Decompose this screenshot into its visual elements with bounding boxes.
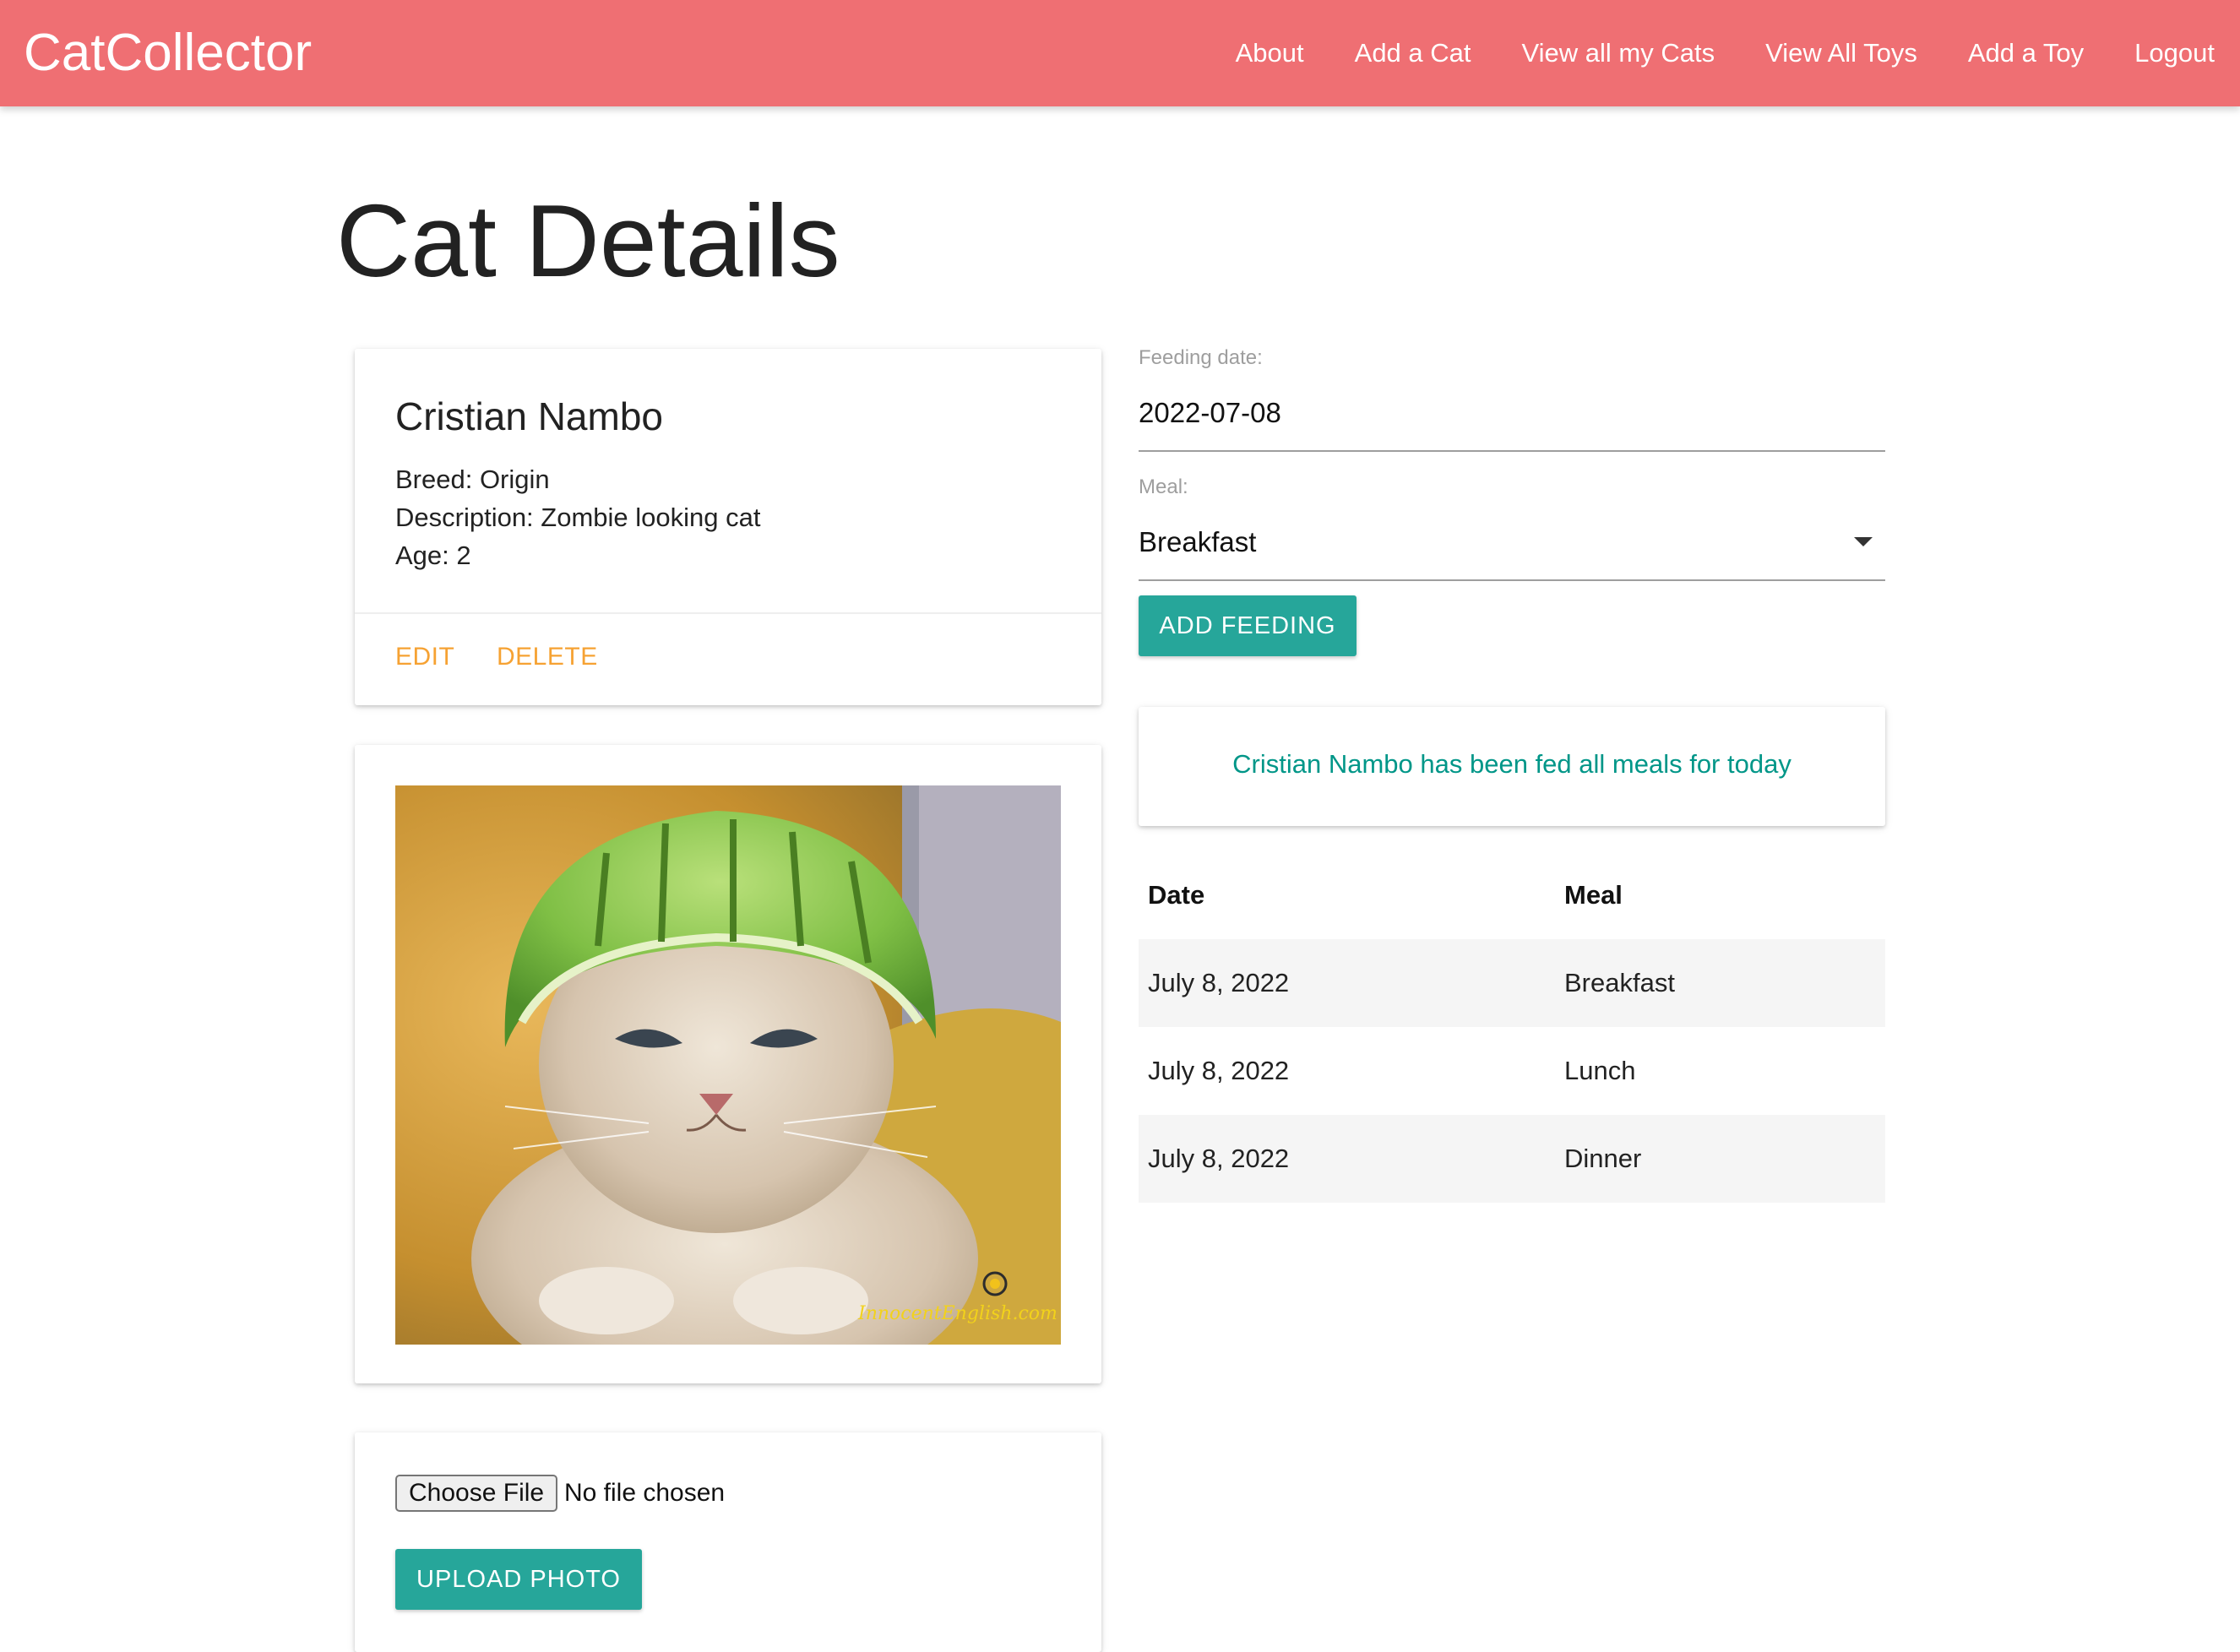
- fed-status-card: Cristian Nambo has been fed all meals fo…: [1139, 707, 1885, 826]
- delete-link[interactable]: DELETE: [497, 643, 598, 671]
- add-feeding-button[interactable]: ADD FEEDING: [1139, 595, 1357, 656]
- nav-link-add-toy[interactable]: Add a Toy: [1968, 38, 2084, 68]
- table-row: July 8, 2022 Dinner: [1139, 1115, 1885, 1203]
- nav-link-logout[interactable]: Logout: [2134, 38, 2215, 68]
- cat-breed: Breed: Origin: [395, 465, 550, 494]
- nav-links: About Add a Cat View all my Cats View Al…: [1185, 0, 2215, 106]
- nav-link-view-toys[interactable]: View All Toys: [1765, 38, 1917, 68]
- feeding-date-label: Feeding date:: [1139, 346, 1263, 369]
- feeding-date-underline: [1139, 450, 1885, 452]
- nav-link-add-cat[interactable]: Add a Cat: [1355, 38, 1471, 68]
- cat-age: Age: 2: [395, 541, 471, 570]
- meal-label: Meal:: [1139, 475, 1188, 498]
- photo-watermark: InnocentEnglish.com: [857, 1303, 1057, 1324]
- cat-info-card: Cristian Nambo Breed: Origin Description…: [355, 349, 1101, 705]
- cat-description: Description: Zombie looking cat: [395, 503, 761, 532]
- meal-select[interactable]: Breakfast: [1139, 526, 1256, 558]
- nav-link-view-cats[interactable]: View all my Cats: [1522, 38, 1715, 68]
- brand-logo[interactable]: CatCollector: [24, 19, 312, 88]
- feeding-date-input[interactable]: 2022-07-08: [1139, 397, 1281, 429]
- upload-card: Choose File No file chosen UPLOAD PHOTO: [355, 1432, 1101, 1652]
- page-title: Cat Details: [336, 183, 840, 298]
- table-row: July 8, 2022 Breakfast: [1139, 939, 1885, 1027]
- table-header-meal: Meal: [1564, 880, 1623, 910]
- dropdown-caret-icon[interactable]: [1854, 537, 1873, 546]
- upload-photo-button[interactable]: UPLOAD PHOTO: [395, 1549, 642, 1610]
- card-divider: [355, 612, 1101, 614]
- fed-status-message: Cristian Nambo has been fed all meals fo…: [1232, 749, 1791, 779]
- nav-link-about[interactable]: About: [1236, 38, 1304, 68]
- table-header-date: Date: [1148, 880, 1205, 910]
- cat-photo: InnocentEnglish.com: [395, 785, 1061, 1345]
- table-cell-date: July 8, 2022: [1148, 1056, 1290, 1085]
- top-navbar: CatCollector About Add a Cat View all my…: [0, 0, 2240, 106]
- table-cell-date: July 8, 2022: [1148, 968, 1290, 997]
- choose-file-button[interactable]: Choose File: [395, 1475, 558, 1512]
- meal-underline: [1139, 579, 1885, 581]
- file-status: No file chosen: [564, 1479, 726, 1507]
- cat-photo-card: InnocentEnglish.com: [355, 745, 1101, 1383]
- cat-name: Cristian Nambo: [395, 394, 663, 438]
- table-row: July 8, 2022 Lunch: [1139, 1027, 1885, 1115]
- table-cell-meal: Lunch: [1564, 1056, 1636, 1085]
- table-cell-meal: Dinner: [1564, 1144, 1642, 1173]
- table-cell-date: July 8, 2022: [1148, 1144, 1290, 1173]
- table-cell-meal: Breakfast: [1564, 968, 1675, 997]
- edit-link[interactable]: EDIT: [395, 643, 454, 671]
